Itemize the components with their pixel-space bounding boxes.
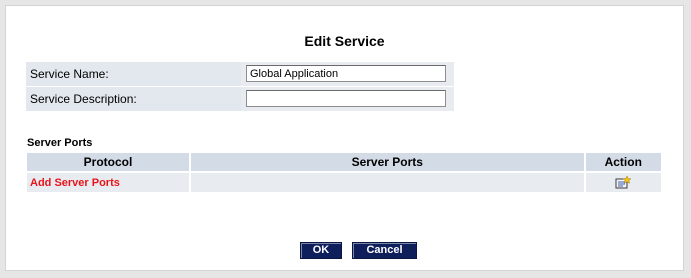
service-description-input[interactable] xyxy=(246,90,446,107)
service-description-row: Service Description: xyxy=(26,87,454,111)
server-ports-cell xyxy=(191,173,584,192)
table-header-row: Protocol Server Ports Action xyxy=(27,153,661,171)
service-name-row: Service Name: xyxy=(26,62,454,86)
cancel-button[interactable]: Cancel xyxy=(352,242,417,259)
server-ports-heading: Server Ports xyxy=(27,137,93,149)
service-name-label: Service Name: xyxy=(30,67,109,81)
service-description-cell xyxy=(241,87,454,111)
column-header-action: Action xyxy=(585,153,661,171)
service-name-cell xyxy=(241,62,454,86)
service-description-label: Service Description: xyxy=(30,92,137,106)
server-ports-table: Protocol Server Ports Action Add Server … xyxy=(25,151,663,194)
service-name-input[interactable] xyxy=(246,65,446,82)
column-header-server-ports: Server Ports xyxy=(191,153,584,171)
protocol-cell: Add Server Ports xyxy=(27,173,190,192)
page-title: Edit Service xyxy=(304,33,385,49)
edit-add-icon[interactable] xyxy=(615,174,632,190)
action-cell xyxy=(585,173,661,192)
content-panel: Edit Service Service Name: Service Descr… xyxy=(5,5,684,271)
ok-button[interactable]: OK xyxy=(300,242,342,259)
column-header-protocol: Protocol xyxy=(27,153,190,171)
add-server-ports-link[interactable]: Add Server Ports xyxy=(27,177,120,189)
table-row: Add Server Ports xyxy=(27,173,661,192)
